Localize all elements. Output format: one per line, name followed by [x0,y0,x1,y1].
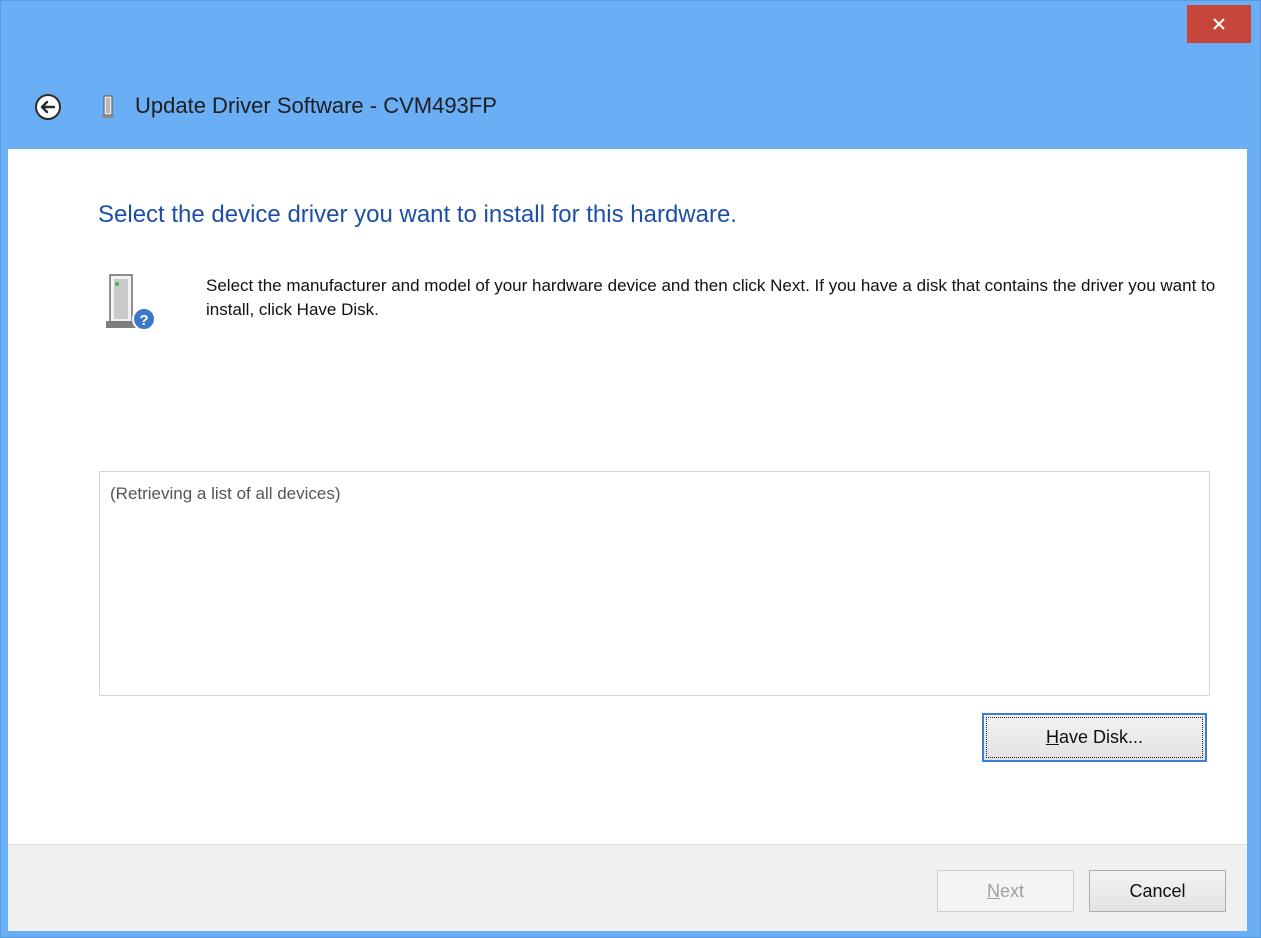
have-disk-button[interactable]: Have Disk... [982,713,1207,762]
content-area: Select the device driver you want to ins… [8,149,1247,844]
instructions-text: Select the manufacturer and model of you… [206,276,1216,319]
next-mnemonic: N [986,880,1000,901]
page-heading: Select the device driver you want to ins… [98,201,737,228]
list-status-text: (Retrieving a list of all devices) [110,484,341,503]
have-disk-label: ave Disk... [1058,727,1144,747]
next-label: ext [999,880,1024,901]
close-button[interactable] [1187,5,1251,43]
back-arrow-icon[interactable] [34,93,62,121]
cancel-label: Cancel [1129,880,1186,901]
footer-bar: Next Cancel [8,844,1247,931]
device-list[interactable]: (Retrieving a list of all devices) [99,471,1210,696]
monitor-device-icon [102,95,114,118]
update-driver-window: Update Driver Software - CVM493FP Select… [0,0,1261,938]
cancel-button[interactable]: Cancel [1089,870,1226,912]
svg-text:?: ? [139,312,148,329]
have-disk-mnemonic: H [1045,727,1059,747]
next-button[interactable]: Next [937,870,1074,912]
close-icon [1213,18,1225,30]
hardware-question-icon: ? [106,274,156,331]
window-title: Update Driver Software - CVM493FP [135,93,497,118]
